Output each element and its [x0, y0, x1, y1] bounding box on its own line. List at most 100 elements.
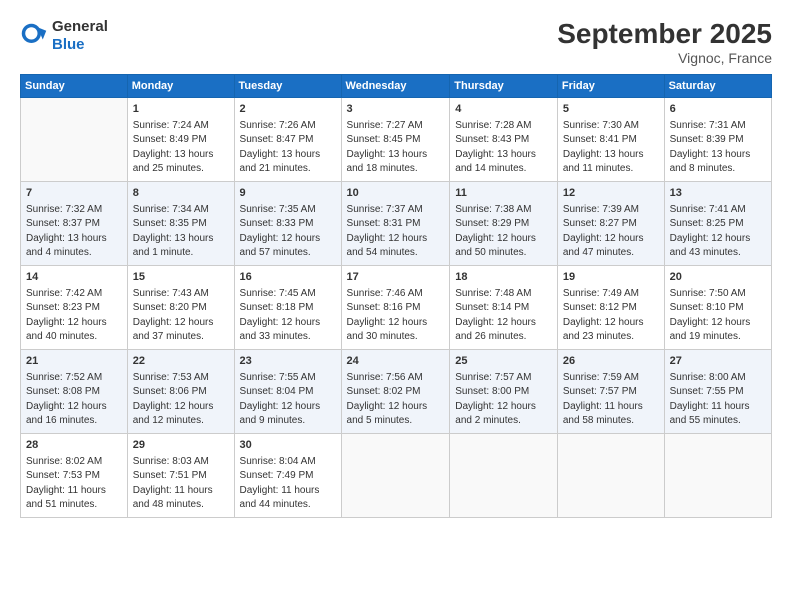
day-number: 30: [240, 438, 336, 454]
table-row: 18Sunrise: 7:48 AM Sunset: 8:14 PM Dayli…: [450, 265, 558, 349]
day-info: Sunrise: 7:59 AM Sunset: 7:57 PM Dayligh…: [563, 371, 659, 429]
day-number: 20: [670, 270, 766, 286]
day-number: 6: [670, 102, 766, 118]
month-title: September 2025: [557, 18, 772, 50]
table-row: 29Sunrise: 8:03 AM Sunset: 7:51 PM Dayli…: [127, 433, 234, 517]
calendar: Sunday Monday Tuesday Wednesday Thursday…: [20, 74, 772, 518]
day-number: 7: [26, 186, 122, 202]
table-row: 24Sunrise: 7:56 AM Sunset: 8:02 PM Dayli…: [341, 349, 450, 433]
day-info: Sunrise: 7:55 AM Sunset: 8:04 PM Dayligh…: [240, 371, 336, 429]
header: General Blue September 2025 Vignoc, Fran…: [20, 18, 772, 66]
day-info: Sunrise: 7:45 AM Sunset: 8:18 PM Dayligh…: [240, 287, 336, 345]
day-info: Sunrise: 7:32 AM Sunset: 8:37 PM Dayligh…: [26, 203, 122, 261]
day-info: Sunrise: 7:49 AM Sunset: 8:12 PM Dayligh…: [563, 287, 659, 345]
day-info: Sunrise: 8:03 AM Sunset: 7:51 PM Dayligh…: [133, 455, 229, 513]
day-number: 27: [670, 354, 766, 370]
table-row: 23Sunrise: 7:55 AM Sunset: 8:04 PM Dayli…: [234, 349, 341, 433]
table-row: 9Sunrise: 7:35 AM Sunset: 8:33 PM Daylig…: [234, 181, 341, 265]
table-row: 11Sunrise: 7:38 AM Sunset: 8:29 PM Dayli…: [450, 181, 558, 265]
table-row: 25Sunrise: 7:57 AM Sunset: 8:00 PM Dayli…: [450, 349, 558, 433]
day-number: 17: [347, 270, 445, 286]
table-row: 10Sunrise: 7:37 AM Sunset: 8:31 PM Dayli…: [341, 181, 450, 265]
header-row: Sunday Monday Tuesday Wednesday Thursday…: [21, 75, 772, 98]
day-number: 28: [26, 438, 122, 454]
day-info: Sunrise: 7:30 AM Sunset: 8:41 PM Dayligh…: [563, 119, 659, 177]
table-row: 7Sunrise: 7:32 AM Sunset: 8:37 PM Daylig…: [21, 181, 128, 265]
table-row: [557, 433, 664, 517]
table-row: 2Sunrise: 7:26 AM Sunset: 8:47 PM Daylig…: [234, 98, 341, 182]
logo-general: General: [52, 18, 108, 35]
table-row: 8Sunrise: 7:34 AM Sunset: 8:35 PM Daylig…: [127, 181, 234, 265]
day-number: 25: [455, 354, 552, 370]
day-info: Sunrise: 7:27 AM Sunset: 8:45 PM Dayligh…: [347, 119, 445, 177]
table-row: [664, 433, 771, 517]
page: General Blue September 2025 Vignoc, Fran…: [0, 0, 792, 612]
day-number: 16: [240, 270, 336, 286]
table-row: 20Sunrise: 7:50 AM Sunset: 8:10 PM Dayli…: [664, 265, 771, 349]
day-number: 10: [347, 186, 445, 202]
day-number: 29: [133, 438, 229, 454]
day-info: Sunrise: 7:46 AM Sunset: 8:16 PM Dayligh…: [347, 287, 445, 345]
table-row: [450, 433, 558, 517]
table-row: 15Sunrise: 7:43 AM Sunset: 8:20 PM Dayli…: [127, 265, 234, 349]
day-info: Sunrise: 7:56 AM Sunset: 8:02 PM Dayligh…: [347, 371, 445, 429]
table-row: 16Sunrise: 7:45 AM Sunset: 8:18 PM Dayli…: [234, 265, 341, 349]
table-row: 26Sunrise: 7:59 AM Sunset: 7:57 PM Dayli…: [557, 349, 664, 433]
day-number: 21: [26, 354, 122, 370]
day-info: Sunrise: 7:31 AM Sunset: 8:39 PM Dayligh…: [670, 119, 766, 177]
table-row: [341, 433, 450, 517]
day-info: Sunrise: 7:43 AM Sunset: 8:20 PM Dayligh…: [133, 287, 229, 345]
day-info: Sunrise: 7:41 AM Sunset: 8:25 PM Dayligh…: [670, 203, 766, 261]
table-row: 1Sunrise: 7:24 AM Sunset: 8:49 PM Daylig…: [127, 98, 234, 182]
day-number: 26: [563, 354, 659, 370]
day-info: Sunrise: 7:50 AM Sunset: 8:10 PM Dayligh…: [670, 287, 766, 345]
day-info: Sunrise: 7:35 AM Sunset: 8:33 PM Dayligh…: [240, 203, 336, 261]
day-number: 24: [347, 354, 445, 370]
day-info: Sunrise: 7:24 AM Sunset: 8:49 PM Dayligh…: [133, 119, 229, 177]
day-number: 1: [133, 102, 229, 118]
day-info: Sunrise: 8:00 AM Sunset: 7:55 PM Dayligh…: [670, 371, 766, 429]
day-info: Sunrise: 7:53 AM Sunset: 8:06 PM Dayligh…: [133, 371, 229, 429]
day-info: Sunrise: 7:42 AM Sunset: 8:23 PM Dayligh…: [26, 287, 122, 345]
day-number: 11: [455, 186, 552, 202]
day-info: Sunrise: 7:48 AM Sunset: 8:14 PM Dayligh…: [455, 287, 552, 345]
table-row: 17Sunrise: 7:46 AM Sunset: 8:16 PM Dayli…: [341, 265, 450, 349]
day-info: Sunrise: 7:34 AM Sunset: 8:35 PM Dayligh…: [133, 203, 229, 261]
day-number: 19: [563, 270, 659, 286]
table-row: [21, 98, 128, 182]
table-row: 30Sunrise: 8:04 AM Sunset: 7:49 PM Dayli…: [234, 433, 341, 517]
header-monday: Monday: [127, 75, 234, 98]
table-row: 3Sunrise: 7:27 AM Sunset: 8:45 PM Daylig…: [341, 98, 450, 182]
title-block: September 2025 Vignoc, France: [557, 18, 772, 66]
header-tuesday: Tuesday: [234, 75, 341, 98]
header-sunday: Sunday: [21, 75, 128, 98]
day-number: 23: [240, 354, 336, 370]
table-row: 13Sunrise: 7:41 AM Sunset: 8:25 PM Dayli…: [664, 181, 771, 265]
day-number: 4: [455, 102, 552, 118]
day-info: Sunrise: 7:28 AM Sunset: 8:43 PM Dayligh…: [455, 119, 552, 177]
day-number: 8: [133, 186, 229, 202]
logo-icon: [20, 22, 48, 50]
day-number: 2: [240, 102, 336, 118]
header-wednesday: Wednesday: [341, 75, 450, 98]
table-row: 19Sunrise: 7:49 AM Sunset: 8:12 PM Dayli…: [557, 265, 664, 349]
day-info: Sunrise: 7:57 AM Sunset: 8:00 PM Dayligh…: [455, 371, 552, 429]
table-row: 27Sunrise: 8:00 AM Sunset: 7:55 PM Dayli…: [664, 349, 771, 433]
day-number: 14: [26, 270, 122, 286]
header-thursday: Thursday: [450, 75, 558, 98]
day-info: Sunrise: 7:52 AM Sunset: 8:08 PM Dayligh…: [26, 371, 122, 429]
day-number: 5: [563, 102, 659, 118]
day-info: Sunrise: 8:04 AM Sunset: 7:49 PM Dayligh…: [240, 455, 336, 513]
header-saturday: Saturday: [664, 75, 771, 98]
table-row: 4Sunrise: 7:28 AM Sunset: 8:43 PM Daylig…: [450, 98, 558, 182]
table-row: 14Sunrise: 7:42 AM Sunset: 8:23 PM Dayli…: [21, 265, 128, 349]
table-row: 12Sunrise: 7:39 AM Sunset: 8:27 PM Dayli…: [557, 181, 664, 265]
table-row: 6Sunrise: 7:31 AM Sunset: 8:39 PM Daylig…: [664, 98, 771, 182]
day-number: 12: [563, 186, 659, 202]
day-info: Sunrise: 7:37 AM Sunset: 8:31 PM Dayligh…: [347, 203, 445, 261]
day-number: 22: [133, 354, 229, 370]
table-row: 28Sunrise: 8:02 AM Sunset: 7:53 PM Dayli…: [21, 433, 128, 517]
table-row: 5Sunrise: 7:30 AM Sunset: 8:41 PM Daylig…: [557, 98, 664, 182]
location: Vignoc, France: [557, 50, 772, 66]
day-number: 18: [455, 270, 552, 286]
